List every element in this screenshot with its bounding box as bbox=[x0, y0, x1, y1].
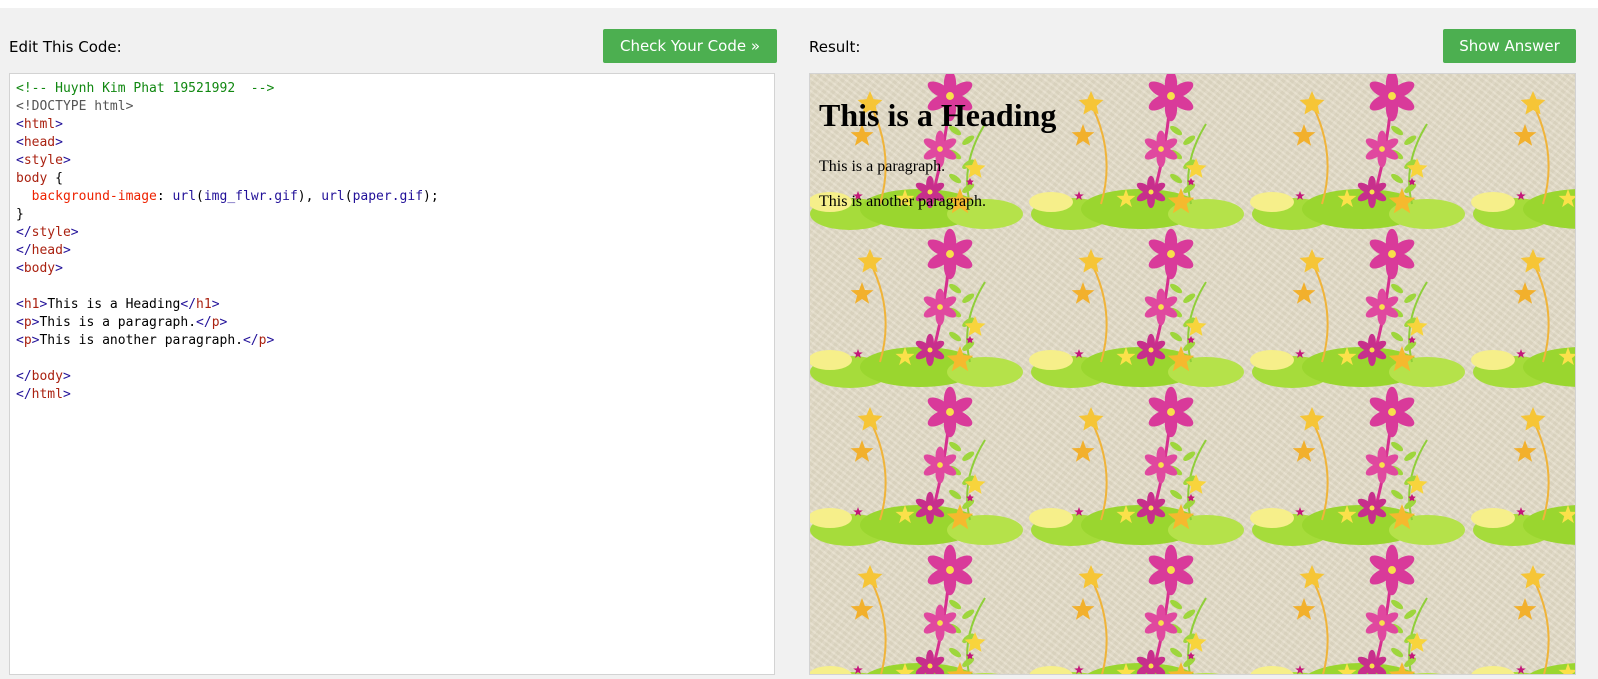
code-token: html bbox=[31, 387, 63, 402]
code-line: <p>This is another paragraph.</p> bbox=[16, 332, 768, 350]
code-token: > bbox=[55, 117, 63, 132]
code-token: } bbox=[16, 207, 24, 222]
code-token: body bbox=[16, 171, 48, 186]
code-token: < bbox=[16, 261, 24, 276]
result-heading: This is a Heading bbox=[819, 97, 1057, 133]
code-token: </ bbox=[16, 225, 32, 240]
code-token: </ bbox=[180, 297, 197, 312]
code-token: This is another paragraph. bbox=[39, 333, 243, 348]
result-paragraph-2: This is another paragraph. bbox=[819, 193, 987, 210]
code-line: <!DOCTYPE html> bbox=[16, 98, 768, 116]
code-token: h1 bbox=[23, 297, 40, 312]
code-token: style bbox=[31, 225, 71, 240]
flower-tile bbox=[1029, 544, 1220, 674]
code-line: </head> bbox=[16, 242, 768, 260]
code-line: </body> bbox=[16, 368, 768, 386]
edit-code-label: Edit This Code: bbox=[9, 38, 122, 56]
code-token: p bbox=[23, 315, 32, 330]
code-token: ( bbox=[344, 189, 353, 204]
flower-tile bbox=[810, 544, 999, 674]
code-token: > bbox=[62, 387, 71, 402]
code-token: url bbox=[321, 189, 345, 204]
code-token: ); bbox=[423, 189, 439, 204]
result-paragraph-1: This is a paragraph. bbox=[819, 158, 946, 175]
code-line: body { bbox=[16, 170, 768, 188]
code-token: < bbox=[16, 315, 24, 330]
code-line: </html> bbox=[16, 386, 768, 404]
code-token: { bbox=[47, 171, 63, 186]
code-token: > bbox=[55, 261, 63, 276]
flower-tile bbox=[1029, 386, 1244, 546]
code-token: </ bbox=[16, 243, 32, 258]
code-token: img_flwr.gif bbox=[203, 189, 298, 204]
code-token: paper.gif bbox=[352, 189, 424, 204]
code-token: > bbox=[266, 333, 275, 348]
flower-tile bbox=[1471, 249, 1575, 388]
code-editor[interactable]: <!-- Huynh Kim Phat 19521992 --> <!DOCTYP… bbox=[9, 73, 775, 675]
code-token: p bbox=[211, 315, 220, 330]
code-token: </ bbox=[196, 315, 212, 330]
code-token: <!-- Huynh Kim Phat 19521992 --> bbox=[16, 81, 275, 96]
flower-tile bbox=[1471, 407, 1575, 546]
show-answer-button[interactable]: Show Answer bbox=[1443, 29, 1576, 63]
code-line: } bbox=[16, 206, 768, 224]
code-token: This is a Heading bbox=[47, 297, 181, 312]
result-label: Result: bbox=[809, 38, 861, 56]
code-token: body bbox=[23, 261, 56, 276]
result-document: This is a Heading This is a paragraph. T… bbox=[819, 74, 1559, 211]
code-line: <style> bbox=[16, 152, 768, 170]
code-token: > bbox=[219, 315, 228, 330]
code-token: h1 bbox=[196, 297, 212, 312]
code-token: < bbox=[16, 135, 24, 150]
code-line: <!-- Huynh Kim Phat 19521992 --> bbox=[16, 80, 768, 98]
code-token: body bbox=[31, 369, 63, 384]
code-line: <html> bbox=[16, 116, 768, 134]
code-token: head bbox=[23, 135, 56, 150]
code-token: This is a paragraph. bbox=[39, 315, 197, 330]
code-token: p bbox=[23, 333, 32, 348]
code-line: <h1>This is a Heading</h1> bbox=[16, 296, 768, 314]
flower-tile bbox=[1471, 565, 1575, 674]
code-token: > bbox=[62, 243, 71, 258]
code-token: > bbox=[211, 297, 220, 312]
code-token: ), bbox=[297, 189, 322, 204]
code-token: < bbox=[16, 117, 24, 132]
flower-tile bbox=[1250, 228, 1465, 388]
code-token: > bbox=[62, 153, 71, 168]
code-line: <head> bbox=[16, 134, 768, 152]
code-token: ( bbox=[196, 189, 204, 204]
code-token: style bbox=[23, 153, 63, 168]
code-token: </ bbox=[16, 387, 32, 402]
code-token: < bbox=[16, 297, 24, 312]
code-token: > bbox=[70, 225, 79, 240]
code-token: html bbox=[23, 117, 56, 132]
code-token: head bbox=[31, 243, 63, 258]
flower-tile bbox=[810, 386, 1023, 546]
code-line: background-image: url(img_flwr.gif), url… bbox=[16, 188, 768, 206]
result-frame: This is a Heading This is a paragraph. T… bbox=[809, 73, 1576, 675]
code-token: < bbox=[16, 153, 24, 168]
code-token: <!DOCTYPE html> bbox=[16, 99, 134, 114]
code-line: </style> bbox=[16, 224, 768, 242]
code-token: < bbox=[16, 333, 24, 348]
code-token: url bbox=[172, 189, 197, 204]
check-code-button[interactable]: Check Your Code » bbox=[603, 29, 777, 63]
code-token: > bbox=[55, 135, 63, 150]
code-token: > bbox=[62, 369, 71, 384]
code-line: <body> bbox=[16, 260, 768, 278]
flower-tile bbox=[1029, 228, 1244, 388]
code-token: </ bbox=[16, 369, 32, 384]
code-token: : bbox=[156, 189, 173, 204]
code-token: background-image bbox=[31, 189, 157, 204]
code-line: <p>This is a paragraph.</p> bbox=[16, 314, 768, 332]
code-token: </ bbox=[242, 333, 259, 348]
top-strip bbox=[0, 0, 1598, 8]
flower-tile bbox=[810, 228, 1023, 388]
flower-tile bbox=[1250, 544, 1441, 674]
flower-tile bbox=[1250, 386, 1465, 546]
